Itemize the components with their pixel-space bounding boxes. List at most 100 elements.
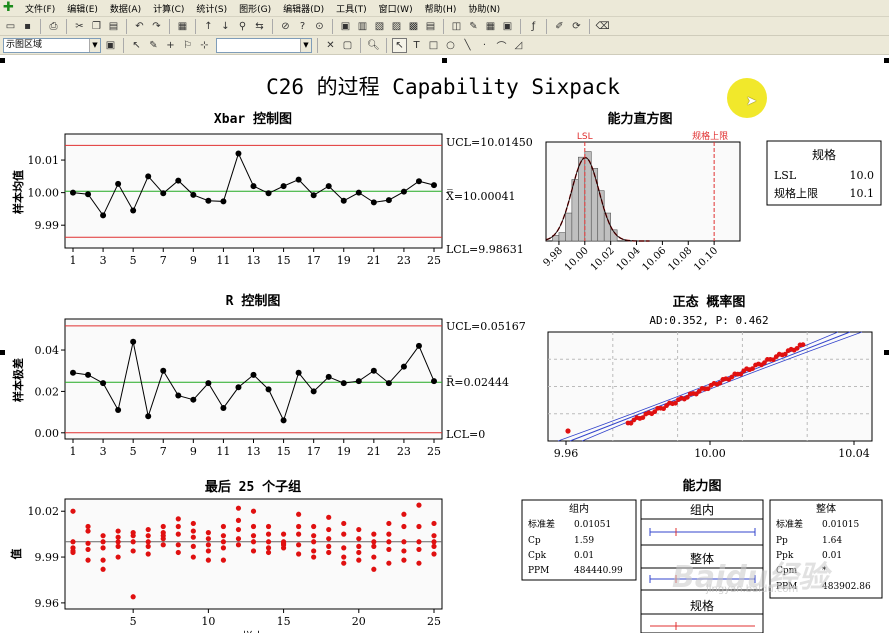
print-icon[interactable]: ⎙ (46, 19, 61, 34)
menu-item[interactable]: 窗口(W) (373, 2, 419, 15)
chevron-down-icon[interactable]: ▼ (89, 38, 100, 52)
cut-icon[interactable]: ✂ (72, 19, 87, 34)
last25-point (70, 508, 76, 514)
last25-ylabel: 值 (9, 549, 23, 560)
update-icon[interactable]: ⟳ (569, 19, 584, 34)
ellipse-tool-icon[interactable]: ○ (443, 38, 458, 53)
graph-folder-icon[interactable]: ▧ (372, 19, 387, 34)
rectangle-tool-icon[interactable]: □ (426, 38, 441, 53)
text-tool-icon[interactable]: T (409, 38, 424, 53)
last25-point (85, 523, 91, 530)
worksheet-icon[interactable]: ▥ (355, 19, 370, 34)
region-select-value: 示图区域 (6, 39, 43, 50)
xbar-point (385, 197, 392, 204)
last25-point (250, 539, 257, 545)
capability-sixpack-graph[interactable]: C26 的过程 Capability Sixpack Xbar 控制图 样本均值… (0, 56, 889, 633)
edit-last-dialog-icon[interactable]: ▦ (175, 19, 190, 34)
info-icon[interactable]: ▨ (389, 19, 404, 34)
delete-icon[interactable]: ▢ (340, 38, 355, 53)
last25-point (356, 543, 362, 549)
menu-item[interactable]: 工具(T) (330, 2, 373, 15)
r-xtick-label: 23 (397, 445, 411, 458)
menu-item[interactable]: 图形(G) (233, 2, 277, 15)
zoom-icon[interactable]: 🔍︎ (366, 38, 381, 53)
r-point (205, 380, 212, 387)
chevron-down-icon[interactable]: ▼ (300, 38, 311, 52)
report-icon[interactable]: ▤ (423, 19, 438, 34)
r-xtick-label: 7 (160, 445, 167, 458)
last25-point (311, 548, 317, 554)
new-icon[interactable]: ▭ (3, 19, 18, 34)
menu-item[interactable]: 编辑(E) (61, 2, 104, 15)
menu-item[interactable]: 计算(C) (147, 2, 190, 15)
save-icon[interactable]: ▪ (20, 19, 35, 34)
layout-icon[interactable]: ◫ (449, 19, 464, 34)
cancel-icon[interactable]: ⊘ (278, 19, 293, 34)
xbar-lcl-label: LCL=9.98631 (446, 243, 524, 256)
menu-item[interactable]: 数据(A) (104, 2, 147, 15)
menu-item[interactable]: 协助(N) (462, 2, 506, 15)
down-icon[interactable]: ↓ (218, 19, 233, 34)
menu-item[interactable]: 编辑器(D) (277, 2, 330, 15)
menu-item[interactable]: 文件(F) (19, 2, 61, 15)
polyline-tool-icon[interactable]: ⌒ (494, 38, 509, 53)
histogram-lsl-label: LSL (577, 132, 593, 142)
polygon-tool-icon[interactable]: ◿ (511, 38, 526, 53)
histogram-bar (578, 156, 586, 242)
select-arrow-icon[interactable]: ↖ (129, 38, 144, 53)
find-icon[interactable]: ⚲ (235, 19, 250, 34)
undo-icon[interactable]: ↶ (132, 19, 147, 34)
crosshair-icon[interactable]: ⊹ (197, 38, 212, 53)
paste-icon[interactable]: ▤ (106, 19, 121, 34)
probplot-subtitle: AD:0.352, P: 0.462 (649, 314, 768, 327)
menu-item[interactable]: 统计(S) (190, 2, 233, 15)
last25-point (115, 534, 121, 540)
last25-xtick-label: 25 (427, 615, 441, 628)
eraser-icon[interactable]: ⌫ (595, 19, 610, 34)
xbar-point (415, 178, 422, 185)
capplot-title: 能力图 (682, 478, 721, 494)
add-icon[interactable]: + (163, 38, 178, 53)
brush-tool-icon[interactable]: ✎ (146, 38, 161, 53)
replace-icon[interactable]: ⇆ (252, 19, 267, 34)
tile-icon[interactable]: ▦ (483, 19, 498, 34)
r-xtick-label: 25 (427, 445, 441, 458)
menu-item[interactable]: 帮助(H) (419, 2, 463, 15)
help-icon[interactable]: ? (295, 19, 310, 34)
blank-select[interactable]: ▼ (216, 37, 312, 53)
flag-icon[interactable]: ⚐ (180, 38, 195, 53)
r-point (70, 369, 76, 376)
copy-icon[interactable]: ❐ (89, 19, 104, 34)
close-icon[interactable]: ✕ (323, 38, 338, 53)
session-window-icon[interactable]: ▣ (338, 19, 353, 34)
stop-icon[interactable]: ⊙ (312, 19, 327, 34)
redo-icon[interactable]: ↷ (149, 19, 164, 34)
last25-title: 最后 25 个子组 (205, 479, 301, 495)
history-icon[interactable]: ▩ (406, 19, 421, 34)
last25-point (265, 545, 272, 551)
function-icon[interactable]: ƒ (526, 19, 541, 34)
xbar-point (325, 183, 332, 190)
r-xtick-label: 3 (100, 445, 107, 458)
brush-icon[interactable]: ✎ (466, 19, 481, 34)
close-all-icon[interactable]: ▣ (500, 19, 515, 34)
last25-point (386, 546, 392, 553)
last25-point (296, 542, 302, 548)
within-row-key: PPM (528, 566, 549, 576)
last25-point (235, 536, 242, 542)
last25-point (130, 548, 136, 554)
region-select[interactable]: 示图区域 ▼ (3, 37, 101, 53)
line-tool-icon[interactable]: ╲ (460, 38, 475, 53)
r-point (85, 371, 92, 378)
edit-properties-icon[interactable]: ▣ (103, 38, 118, 53)
xbar-mean-label: X̿=10.00041 (446, 190, 516, 203)
last25-point (220, 557, 227, 563)
last25-point (100, 545, 106, 551)
edit-icon[interactable]: ✐ (552, 19, 567, 34)
last25-point (371, 566, 377, 572)
r-point (370, 367, 377, 374)
last25-point (326, 536, 332, 542)
dot-tool-icon[interactable]: · (477, 38, 492, 53)
up-icon[interactable]: ↑ (201, 19, 216, 34)
pointer-tool-icon[interactable]: ↖ (392, 37, 407, 53)
